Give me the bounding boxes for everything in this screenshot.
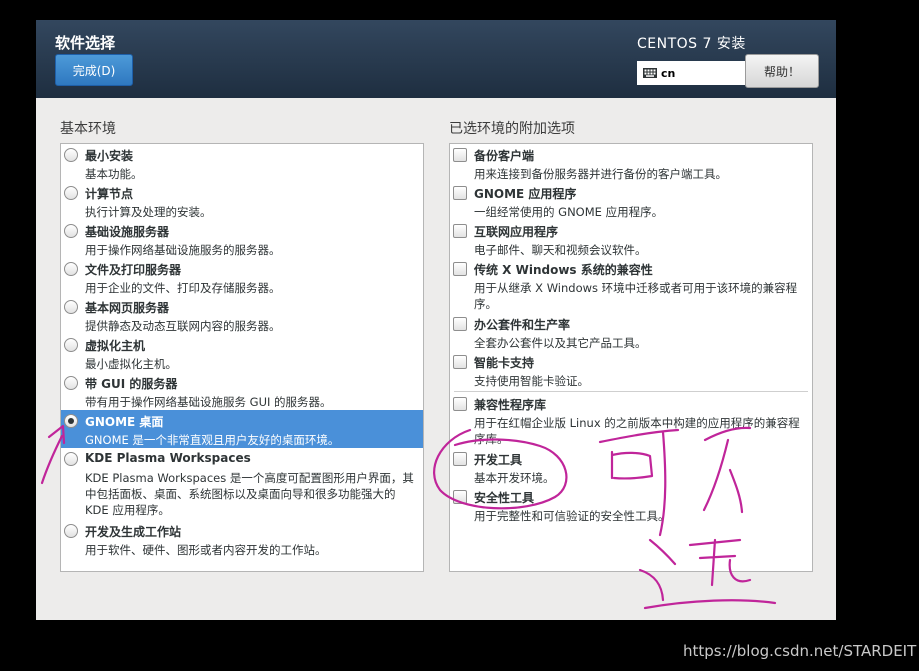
option-description: 支持使用智能卡验证。 xyxy=(474,374,589,388)
checkbox[interactable] xyxy=(453,148,467,162)
environment-option-minimal[interactable]: 最小安装 基本功能。 xyxy=(61,144,423,182)
addon-option-gnome-apps[interactable]: GNOME 应用程序 一组经常使用的 GNOME 应用程序。 xyxy=(450,182,812,220)
option-description: 执行计算及处理的安装。 xyxy=(85,205,212,219)
environment-option-dev-workstation[interactable]: 开发及生成工作站 用于软件、硬件、图形或者内容开发的工作站。 xyxy=(61,520,423,558)
addon-option-dev-tools[interactable]: 开发工具 基本开发环境。 xyxy=(450,448,812,486)
radio-button[interactable] xyxy=(64,262,78,276)
option-description: 一组经常使用的 GNOME 应用程序。 xyxy=(474,205,664,219)
radio-button-selected[interactable] xyxy=(64,414,78,428)
done-button[interactable]: 完成(D) xyxy=(55,54,133,86)
option-name: 安全性工具 xyxy=(474,491,535,505)
option-description: 电子邮件、聊天和视频会议软件。 xyxy=(474,243,647,257)
option-description: 用来连接到备份服务器并进行备份的客户端工具。 xyxy=(474,167,727,181)
addon-option-legacy-x-windows[interactable]: 传统 X Windows 系统的兼容性 用于从继承 X Windows 环境中迁… xyxy=(450,258,812,313)
option-name: 兼容性程序库 xyxy=(474,398,547,412)
option-name: 虚拟化主机 xyxy=(85,339,146,353)
option-name: GNOME 桌面 xyxy=(85,415,164,429)
option-name: 文件及打印服务器 xyxy=(85,263,182,277)
option-name: 最小安装 xyxy=(85,149,134,163)
option-description: 用于操作网络基础设施服务的服务器。 xyxy=(85,243,281,257)
addon-list: 备份客户端 用来连接到备份服务器并进行备份的客户端工具。 GNOME 应用程序 … xyxy=(449,143,813,572)
option-description: GNOME 是一个非常直观且用户友好的桌面环境。 xyxy=(85,433,340,447)
header-bar: 软件选择 完成(D) CENTOS 7 安装 cn 帮助！ xyxy=(36,20,836,98)
addons-heading: 已选环境的附加选项 xyxy=(449,121,575,137)
option-name: 基本网页服务器 xyxy=(85,301,170,315)
option-description: 最小虚拟化主机。 xyxy=(85,357,177,371)
option-description: 用于软件、硬件、图形或者内容开发的工作站。 xyxy=(85,543,327,557)
addon-option-backup-client[interactable]: 备份客户端 用来连接到备份服务器并进行备份的客户端工具。 xyxy=(450,144,812,182)
checkbox[interactable] xyxy=(453,452,467,466)
option-name: 开发工具 xyxy=(474,453,523,467)
option-name: GNOME 应用程序 xyxy=(474,187,577,201)
option-name: 开发及生成工作站 xyxy=(85,525,182,539)
option-name: 备份客户端 xyxy=(474,149,535,163)
environment-option-file-print-server[interactable]: 文件及打印服务器 用于企业的文件、打印及存储服务器。 xyxy=(61,258,423,296)
environment-option-kde-plasma[interactable]: KDE Plasma Workspaces KDE Plasma Workspa… xyxy=(61,448,423,520)
addon-option-security-tools[interactable]: 安全性工具 用于完整性和可信验证的安全性工具。 xyxy=(450,486,812,524)
checkbox[interactable] xyxy=(453,186,467,200)
watermark: https://blog.csdn.net/STARDEIT xyxy=(683,642,917,660)
option-name: 办公套件和生产率 xyxy=(474,318,571,332)
checkbox[interactable] xyxy=(453,397,467,411)
option-description: 用于从继承 X Windows 环境中迁移或者可用于该环境的兼容程序。 xyxy=(474,281,798,311)
environment-option-web-server[interactable]: 基本网页服务器 提供静态及动态互联网内容的服务器。 xyxy=(61,296,423,334)
radio-button[interactable] xyxy=(64,186,78,200)
option-name: 基础设施服务器 xyxy=(85,225,170,239)
installer-window: 软件选择 完成(D) CENTOS 7 安装 cn 帮助！ 基本环境 已选环境的… xyxy=(36,20,836,620)
environment-option-server-with-gui[interactable]: 带 GUI 的服务器 带有用于操作网络基础设施服务 GUI 的服务器。 xyxy=(61,372,423,410)
page-title: 软件选择 xyxy=(55,34,116,52)
base-environment-list: 最小安装 基本功能。 计算节点 执行计算及处理的安装。 基础设施服务器 用于操作… xyxy=(60,143,424,572)
addon-option-smart-card[interactable]: 智能卡支持 支持使用智能卡验证。 xyxy=(450,351,812,389)
help-button[interactable]: 帮助！ xyxy=(745,54,819,88)
checkbox[interactable] xyxy=(453,317,467,331)
addon-option-compat-libraries[interactable]: 兼容性程序库 用于在红帽企业版 Linux 的之前版本中构建的应用程序的兼容程序… xyxy=(450,393,812,448)
radio-button[interactable] xyxy=(64,452,78,466)
option-description: 基本功能。 xyxy=(85,167,143,181)
section-separator xyxy=(454,391,808,392)
product-title: CENTOS 7 安装 xyxy=(637,36,746,52)
radio-button[interactable] xyxy=(64,148,78,162)
option-description: 基本开发环境。 xyxy=(474,471,555,485)
option-name: 互联网应用程序 xyxy=(474,225,559,239)
option-description: 用于企业的文件、打印及存储服务器。 xyxy=(85,281,281,295)
addon-option-office-suite[interactable]: 办公套件和生产率 全套办公套件以及其它产品工具。 xyxy=(450,313,812,351)
keyboard-icon xyxy=(643,68,657,78)
option-description: 带有用于操作网络基础设施服务 GUI 的服务器。 xyxy=(85,395,332,409)
option-description: 用于在红帽企业版 Linux 的之前版本中构建的应用程序的兼容程序库。 xyxy=(474,416,800,446)
radio-button[interactable] xyxy=(64,224,78,238)
option-description: 全套办公套件以及其它产品工具。 xyxy=(474,336,647,350)
checkbox[interactable] xyxy=(453,224,467,238)
environment-option-gnome-desktop[interactable]: GNOME 桌面 GNOME 是一个非常直观且用户友好的桌面环境。 xyxy=(61,410,423,448)
environment-option-compute-node[interactable]: 计算节点 执行计算及处理的安装。 xyxy=(61,182,423,220)
base-environment-heading: 基本环境 xyxy=(60,121,116,137)
option-name: KDE Plasma Workspaces xyxy=(85,451,251,465)
radio-button[interactable] xyxy=(64,376,78,390)
option-description: KDE Plasma Workspaces 是一个高度可配置图形用户界面，其中包… xyxy=(85,471,414,517)
addon-option-internet-apps[interactable]: 互联网应用程序 电子邮件、聊天和视频会议软件。 xyxy=(450,220,812,258)
option-description: 提供静态及动态互联网内容的服务器。 xyxy=(85,319,281,333)
checkbox[interactable] xyxy=(453,262,467,276)
option-name: 传统 X Windows 系统的兼容性 xyxy=(474,263,653,277)
radio-button[interactable] xyxy=(64,300,78,314)
radio-button[interactable] xyxy=(64,524,78,538)
keyboard-layout-label: cn xyxy=(661,66,676,80)
option-name: 智能卡支持 xyxy=(474,356,535,370)
keyboard-layout-indicator[interactable]: cn xyxy=(637,61,745,85)
radio-button[interactable] xyxy=(64,338,78,352)
checkbox[interactable] xyxy=(453,355,467,369)
environment-option-infrastructure-server[interactable]: 基础设施服务器 用于操作网络基础设施服务的服务器。 xyxy=(61,220,423,258)
option-description: 用于完整性和可信验证的安全性工具。 xyxy=(474,509,670,523)
checkbox[interactable] xyxy=(453,490,467,504)
option-name: 计算节点 xyxy=(85,187,134,201)
environment-option-virtualization-host[interactable]: 虚拟化主机 最小虚拟化主机。 xyxy=(61,334,423,372)
option-name: 带 GUI 的服务器 xyxy=(85,377,178,391)
